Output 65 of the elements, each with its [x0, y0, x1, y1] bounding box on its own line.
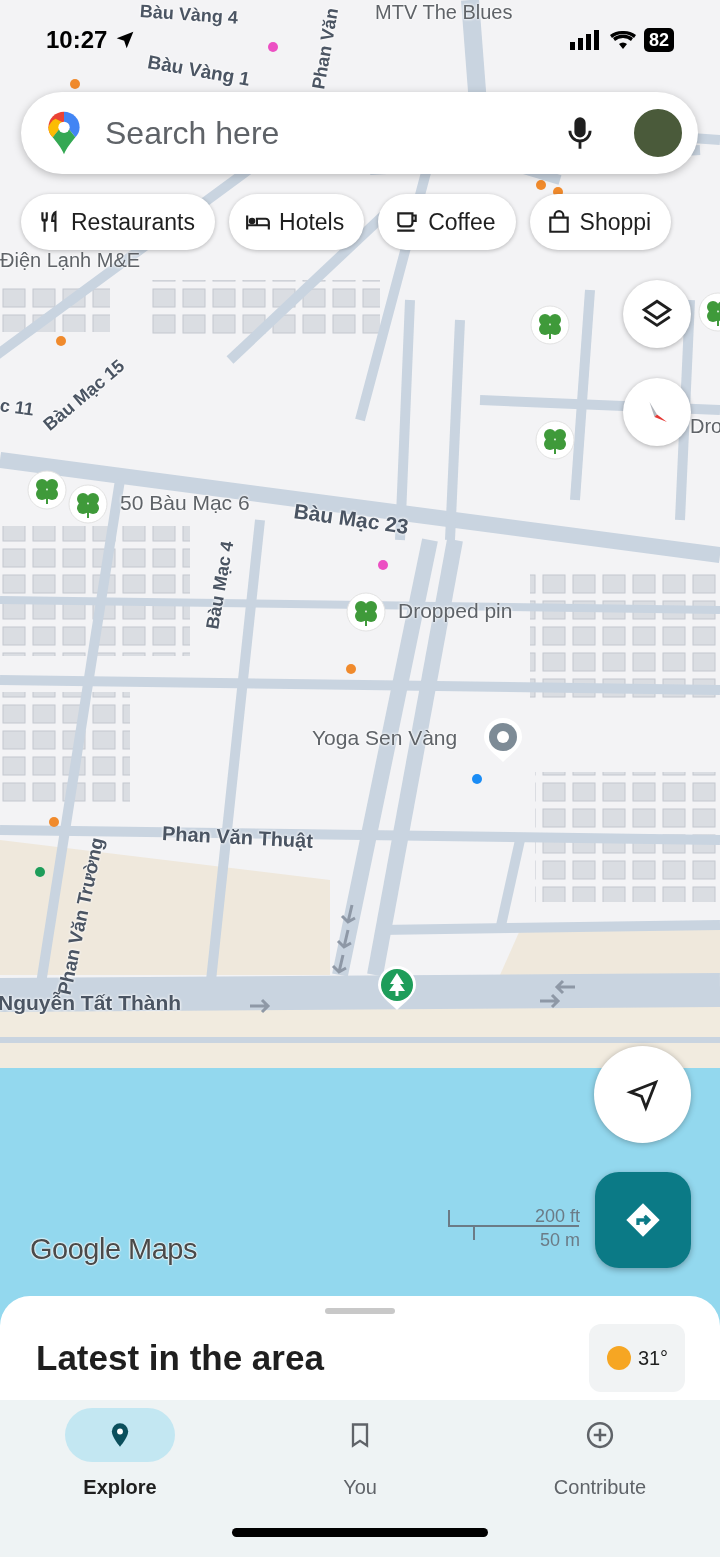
- street-label: Phan Văn: [309, 6, 342, 91]
- wifi-icon: [609, 30, 636, 50]
- place-label: Yoga Sen Vàng: [312, 727, 458, 748]
- location-pin-icon[interactable]: [482, 716, 524, 764]
- poi-dot[interactable]: [346, 664, 356, 674]
- map-logo: Google Maps: [30, 1232, 197, 1267]
- place-label: Dropped pin: [398, 600, 513, 621]
- place-label: Điện Lạnh M&E: [0, 250, 141, 270]
- lane-arrow-icon: [554, 979, 577, 995]
- poi-dot[interactable]: [472, 774, 482, 784]
- category-chip[interactable]: Shoppi: [529, 194, 672, 250]
- poi-dot[interactable]: [268, 42, 278, 52]
- poi-dot[interactable]: [536, 180, 546, 190]
- sheet-title: Latest in the area: [36, 1336, 324, 1379]
- sun-icon: [605, 1345, 632, 1371]
- layers-button[interactable]: [623, 280, 691, 348]
- category-chip[interactable]: Restaurants: [21, 194, 215, 250]
- poi-dot[interactable]: [56, 336, 66, 346]
- navigation-arrow-icon: [625, 1077, 660, 1112]
- microphone-icon[interactable]: [566, 115, 594, 151]
- temperature: 31°: [637, 1346, 669, 1371]
- street-label: c 11: [0, 396, 35, 419]
- place-label: MTV The Blues: [375, 2, 513, 22]
- scale-label: 50 m: [539, 1229, 580, 1252]
- poi-dot[interactable]: [378, 560, 388, 570]
- clover-pin-icon[interactable]: [535, 420, 575, 460]
- tree-pin-icon[interactable]: [376, 964, 418, 1012]
- battery-level: 82: [643, 28, 674, 52]
- category-chip[interactable]: Coffee: [378, 194, 516, 250]
- location-arrow-icon: [115, 30, 136, 50]
- search-input[interactable]: Search here: [105, 109, 566, 157]
- lane-arrow-icon: [336, 928, 353, 949]
- clover-pin-icon[interactable]: [68, 484, 108, 524]
- street-label: Phan Văn Thuật: [161, 823, 314, 851]
- street-label: Bàu Mạc 15: [40, 356, 128, 434]
- nav-tab[interactable]: Contribute: [500, 1408, 700, 1502]
- street-label: Bàu Mạc 23: [292, 500, 410, 537]
- clover-pin-icon[interactable]: [530, 305, 570, 345]
- poi-dot[interactable]: [49, 817, 59, 827]
- street-label: Bàu Mạc 4: [203, 539, 237, 631]
- place-label: 50 Bàu Mạc 6: [120, 492, 250, 513]
- lane-arrow-icon: [331, 953, 348, 974]
- category-chip[interactable]: Hotels: [229, 194, 365, 250]
- clover-pin-icon[interactable]: [346, 592, 386, 632]
- bottom-sheet[interactable]: Latest in the area 31°: [0, 1296, 720, 1400]
- nav-tab[interactable]: Explore: [20, 1408, 220, 1502]
- lane-arrow-icon: [248, 998, 271, 1014]
- map-pin-logo-icon: [47, 110, 81, 156]
- directions-button[interactable]: [595, 1172, 691, 1268]
- drag-handle[interactable]: [325, 1308, 395, 1314]
- scale-label: 200 ft: [534, 1205, 580, 1228]
- lane-arrow-icon: [340, 903, 357, 924]
- lane-arrow-icon: [538, 993, 561, 1009]
- status-time: 10:27: [46, 25, 108, 55]
- poi-dot[interactable]: [35, 867, 45, 877]
- nav-tab[interactable]: You: [260, 1408, 460, 1502]
- signal-icon: [569, 30, 602, 50]
- add-circle-icon: [585, 1420, 615, 1450]
- clover-pin-icon[interactable]: [27, 470, 67, 510]
- weather-chip[interactable]: 31°: [589, 1324, 685, 1392]
- poi-dot[interactable]: [70, 79, 80, 89]
- street-label: Bàu Vàng 4: [139, 2, 239, 27]
- street-label: Bàu Vàng 1: [146, 52, 252, 89]
- search-field[interactable]: Search here: [21, 92, 698, 174]
- compass-button[interactable]: [623, 378, 691, 446]
